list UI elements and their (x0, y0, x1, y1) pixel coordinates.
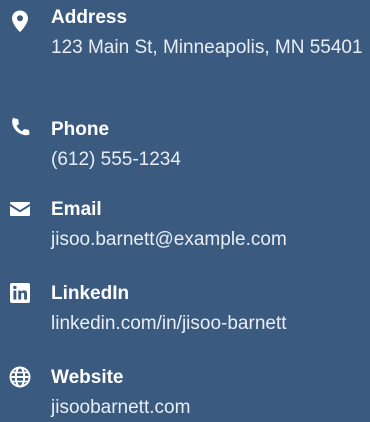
phone-value: (612) 555-1234 (51, 149, 181, 170)
envelope-icon (8, 197, 32, 221)
phone-label: Phone (51, 119, 110, 140)
map-marker-icon (8, 9, 32, 33)
phone-icon (8, 116, 32, 140)
linkedin-label: LinkedIn (51, 283, 130, 304)
website-value[interactable]: jisoobarnett.com (51, 394, 367, 422)
email-label: Email (51, 199, 102, 220)
globe-icon (8, 365, 32, 389)
email-value[interactable]: jisoo.barnett@example.com (51, 226, 367, 254)
contact-list: Address 123 Main St, Minneapolis, MN 554… (0, 0, 370, 421)
linkedin-value[interactable]: linkedin.com/in/jisoo-barnett (51, 310, 367, 338)
linkedin-icon (8, 281, 32, 305)
address-label: Address (51, 7, 128, 28)
website-label: Website (51, 367, 124, 388)
address-value: 123 Main St, Minneapolis, MN 55401 (51, 37, 363, 58)
